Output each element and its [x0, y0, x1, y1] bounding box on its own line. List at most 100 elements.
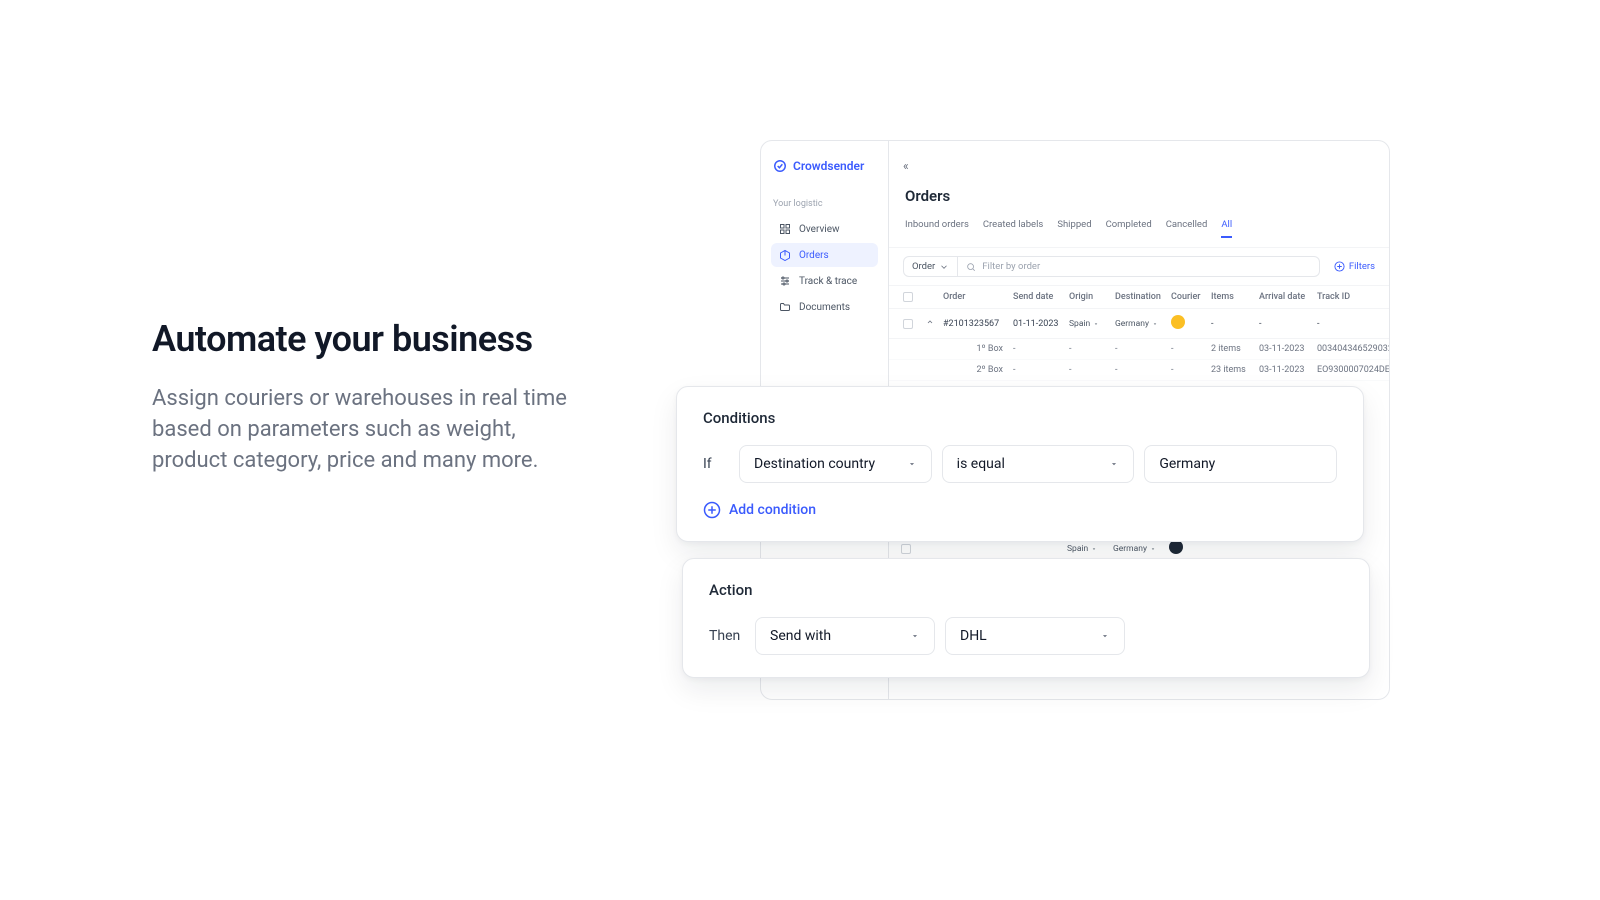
sidebar-item-documents[interactable]: Documents	[771, 295, 878, 319]
marketing-headline: Automate your business	[152, 318, 582, 360]
row-expand-toggle[interactable]	[925, 318, 935, 329]
collapse-sidebar-button[interactable]: «	[889, 159, 1389, 187]
cell-courier	[1169, 540, 1209, 557]
th-destination: Destination	[1115, 292, 1171, 302]
subrow-arrival: 03-11-2023	[1259, 344, 1317, 354]
subrow-track: 003404346529032	[1317, 344, 1390, 354]
filter-input[interactable]: Filter by order	[958, 256, 1320, 277]
chevron-down-icon	[1100, 631, 1110, 641]
marketing-copy: Automate your business Assign couriers o…	[152, 318, 582, 476]
th-items: Items	[1211, 292, 1259, 302]
tab-shipped[interactable]: Shipped	[1057, 219, 1091, 237]
condition-field-select[interactable]: Destination country	[739, 445, 932, 483]
destination-value: Germany	[1115, 319, 1149, 329]
row-checkbox[interactable]	[901, 544, 911, 554]
row-checkbox[interactable]	[903, 319, 913, 329]
order-type-select[interactable]: Order	[903, 256, 958, 277]
table-row[interactable]: #2101323567 01-11-2023 Spain Germany - -…	[889, 309, 1389, 339]
tab-labels[interactable]: Created labels	[983, 219, 1043, 237]
chevron-down-icon	[910, 631, 920, 641]
action-card: Action Then Send with DHL	[682, 558, 1370, 678]
condition-field-value: Destination country	[754, 456, 875, 472]
th-courier: Courier	[1171, 292, 1211, 302]
add-condition-button[interactable]: Add condition	[703, 501, 1337, 519]
chevron-down-icon	[1109, 459, 1119, 469]
cell-destination[interactable]: Germany	[1115, 319, 1171, 329]
condition-value: Germany	[1159, 456, 1215, 472]
th-send-date: Send date	[1013, 292, 1069, 302]
th-arrival: Arrival date	[1259, 292, 1317, 302]
if-label: If	[703, 456, 729, 472]
then-label: Then	[709, 628, 745, 644]
chevron-down-icon	[907, 459, 917, 469]
table-subrow: 1º Box ---- 2 items 03-11-2023 003404346…	[889, 339, 1389, 360]
condition-value-input[interactable]: Germany	[1144, 445, 1337, 483]
sliders-icon	[779, 275, 791, 287]
subrow-box: 1º Box	[943, 344, 1013, 354]
action-field-value: Send with	[770, 628, 831, 644]
page-title: Orders	[889, 187, 1389, 219]
origin-value: Spain	[1069, 319, 1090, 329]
tabs: Inbound orders Created labels Shipped Co…	[889, 219, 1389, 248]
tab-cancelled[interactable]: Cancelled	[1166, 219, 1208, 237]
tab-inbound[interactable]: Inbound orders	[905, 219, 969, 237]
filters-button[interactable]: Filters	[1320, 261, 1375, 272]
search-icon	[966, 262, 976, 272]
filter-row: Order Filter by order Filters	[889, 248, 1389, 286]
filters-label: Filters	[1349, 261, 1375, 272]
courier-badge-icon	[1169, 540, 1183, 554]
brand-name: Crowdsender	[793, 159, 864, 173]
subrow-arrival: 03-11-2023	[1259, 365, 1317, 375]
chevron-down-icon	[1093, 321, 1099, 327]
condition-operator-select[interactable]: is equal	[942, 445, 1135, 483]
subrow-items: 23 items	[1211, 365, 1259, 375]
th-track: Track ID	[1317, 292, 1375, 302]
subrow-box: 2º Box	[943, 365, 1013, 375]
th-origin: Origin	[1069, 292, 1115, 302]
destination-value: Germany	[1113, 544, 1147, 554]
cell-items: -	[1211, 319, 1259, 329]
origin-value: Spain	[1067, 544, 1088, 554]
subrow-items: 2 items	[1211, 344, 1259, 354]
sidebar-item-label: Track & trace	[799, 276, 857, 287]
plus-circle-icon	[1334, 261, 1345, 272]
sidebar-item-label: Orders	[799, 250, 829, 261]
filter-placeholder: Filter by order	[982, 261, 1040, 272]
ghost-row: Spain Germany	[901, 540, 1391, 556]
condition-operator-value: is equal	[957, 456, 1005, 472]
cell-send-date: 01-11-2023	[1013, 319, 1069, 329]
sidebar-section-label: Your logistic	[773, 199, 878, 209]
grid-icon	[779, 223, 791, 235]
tab-all[interactable]: All	[1221, 219, 1232, 238]
sidebar-item-label: Overview	[799, 224, 840, 235]
chevron-down-icon	[1150, 546, 1156, 552]
cell-origin[interactable]: Spain	[1067, 544, 1113, 554]
tab-completed[interactable]: Completed	[1106, 219, 1152, 237]
conditions-title: Conditions	[703, 409, 1337, 427]
cell-courier	[1171, 315, 1211, 332]
action-field-select[interactable]: Send with	[755, 617, 935, 655]
cell-arrival: -	[1259, 319, 1317, 329]
chevron-down-icon	[1091, 546, 1097, 552]
condition-rule-row: If Destination country is equal Germany	[703, 445, 1337, 483]
chevron-up-icon	[926, 318, 934, 326]
select-all-checkbox[interactable]	[903, 292, 913, 302]
sidebar-item-orders[interactable]: Orders	[771, 243, 878, 267]
cell-origin[interactable]: Spain	[1069, 319, 1115, 329]
sidebar-item-overview[interactable]: Overview	[771, 217, 878, 241]
table-header: Order Send date Origin Destination Couri…	[889, 286, 1389, 309]
cell-destination[interactable]: Germany	[1113, 544, 1169, 554]
add-condition-label: Add condition	[729, 502, 816, 518]
chevron-down-icon	[939, 262, 949, 272]
brand[interactable]: Crowdsender	[771, 159, 878, 173]
order-type-label: Order	[912, 261, 935, 272]
box-out-icon	[779, 249, 791, 261]
conditions-card: Conditions If Destination country is equ…	[676, 386, 1364, 542]
cell-track: -	[1317, 319, 1375, 329]
action-rule-row: Then Send with DHL	[709, 617, 1343, 655]
chevron-down-icon	[1152, 321, 1158, 327]
sidebar-item-track[interactable]: Track & trace	[771, 269, 878, 293]
cell-order-id: #2101323567	[943, 319, 1013, 329]
subrow-track: EO9300007024DE	[1317, 365, 1390, 375]
action-value-select[interactable]: DHL	[945, 617, 1125, 655]
